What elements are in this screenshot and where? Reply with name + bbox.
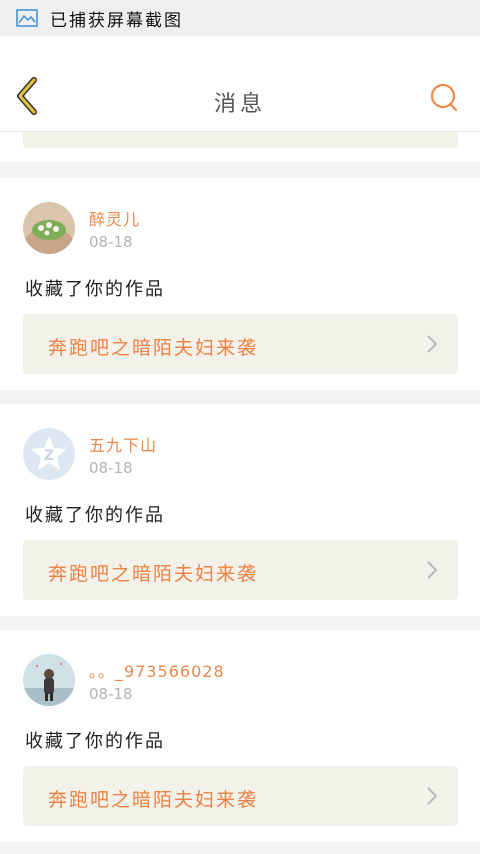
nav-bar: 消息 [0, 36, 480, 132]
username[interactable]: 醉灵儿 [89, 206, 140, 230]
svg-text:Z: Z [44, 448, 54, 464]
work-link[interactable]: 奔跑吧之暗陌夫妇来袭 [23, 314, 458, 374]
work-link[interactable]: 奔跑吧之暗陌夫妇来袭 [23, 766, 458, 826]
chevron-right-icon [427, 787, 438, 805]
girl-avatar[interactable] [23, 654, 75, 706]
username[interactable]: 。。_973566028 [89, 658, 225, 682]
work-title: 奔跑吧之暗陌夫妇来袭 [48, 563, 259, 585]
page-title: 消息 [213, 92, 266, 117]
work-title: 奔跑吧之暗陌夫妇来袭 [48, 789, 259, 811]
message-date: 08-18 [89, 685, 133, 703]
status-bar: 已捕获屏幕截图 [0, 0, 480, 36]
default-z-avatar[interactable]: Z [23, 428, 75, 480]
message-card: 醉灵儿 08-18 收藏了你的作品 奔跑吧之暗陌夫妇来袭 [0, 178, 480, 390]
chevron-right-icon [427, 335, 438, 353]
username[interactable]: 五九下山 [89, 432, 157, 456]
message-card: Z 五九下山 08-18 收藏了你的作品 奔跑吧之暗陌夫妇来袭 [0, 404, 480, 616]
work-title: 奔跑吧之暗陌夫妇来袭 [48, 337, 259, 359]
chevron-right-icon [427, 561, 438, 579]
message-date: 08-18 [89, 233, 133, 251]
message-list[interactable]: 醉灵儿 08-18 收藏了你的作品 奔跑吧之暗陌夫妇来袭 Z 五九下山 08-1… [0, 132, 480, 854]
message-text: 收藏了你的作品 [25, 505, 165, 526]
message-card: 。。_973566028 08-18 收藏了你的作品 奔跑吧之暗陌夫妇来袭 [0, 630, 480, 842]
work-link[interactable]: 奔跑吧之暗陌夫妇来袭 [23, 540, 458, 600]
partial-work-link[interactable] [23, 132, 458, 148]
message-date: 08-18 [89, 459, 133, 477]
status-text: 已捕获屏幕截图 [50, 10, 183, 31]
search-icon[interactable] [428, 82, 460, 114]
plant-avatar[interactable] [23, 202, 75, 254]
message-text: 收藏了你的作品 [25, 731, 165, 752]
message-text: 收藏了你的作品 [25, 279, 165, 300]
partial-message-card [0, 132, 480, 162]
screenshot-icon [16, 9, 38, 27]
